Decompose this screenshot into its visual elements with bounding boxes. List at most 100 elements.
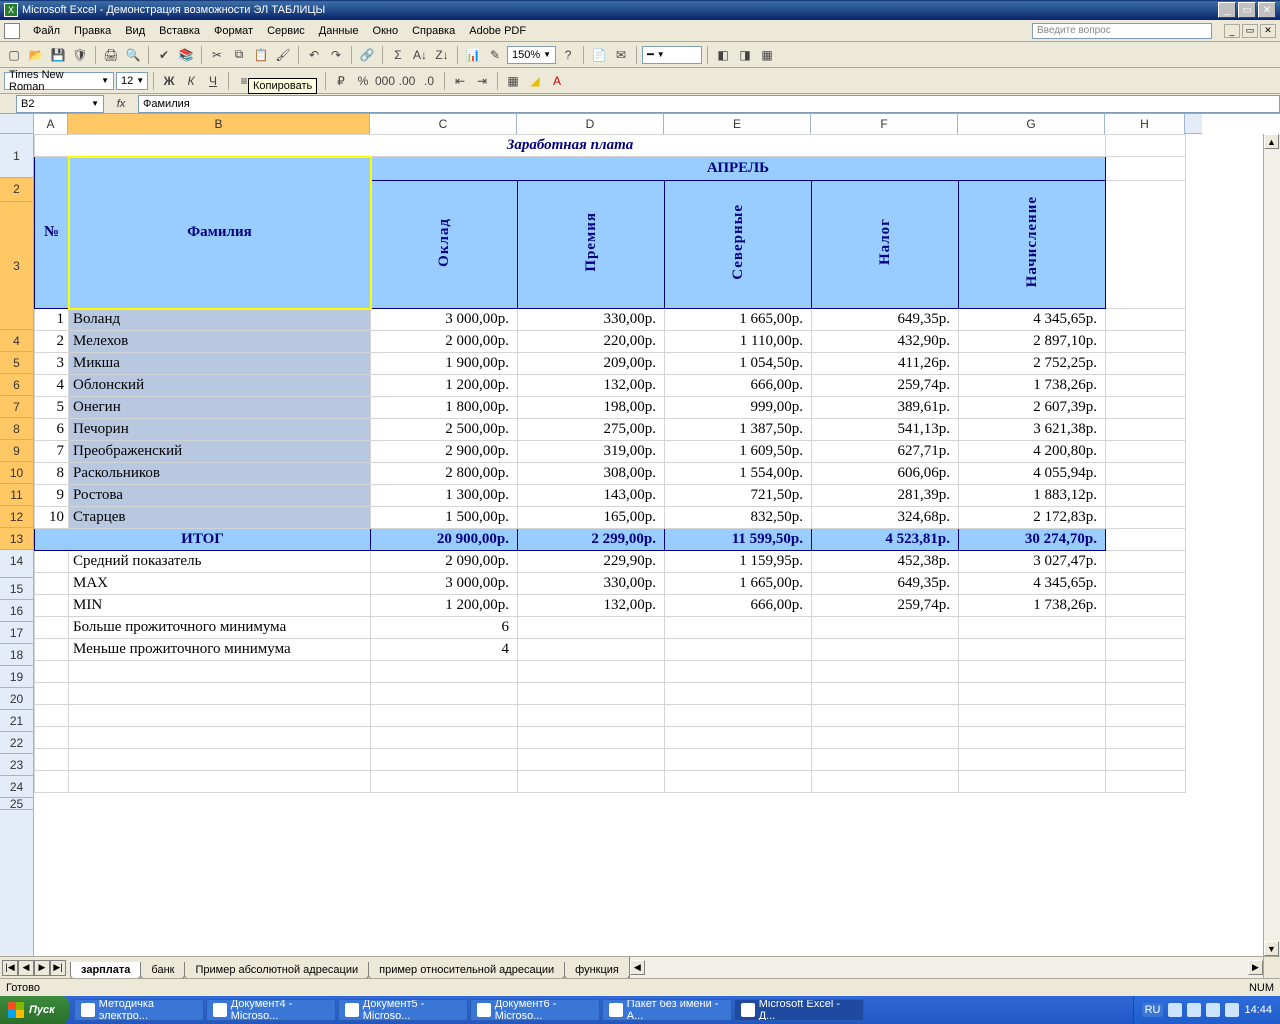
sheet-tab-bank[interactable]: банк: [140, 962, 185, 978]
tab-next-icon[interactable]: ▶: [34, 960, 50, 976]
col-header-A[interactable]: A: [34, 114, 68, 134]
header-month[interactable]: АПРЕЛЬ: [371, 157, 1106, 181]
row-header-8[interactable]: 8: [0, 418, 33, 440]
row-header-25[interactable]: 25: [0, 798, 33, 810]
increase-indent-icon[interactable]: ⇥: [472, 71, 492, 91]
font-name-combo[interactable]: Times New Roman▼: [4, 72, 114, 90]
col-header-E[interactable]: E: [664, 114, 811, 134]
row-header-22[interactable]: 22: [0, 732, 33, 754]
print-icon[interactable]: 🖨: [101, 45, 121, 65]
row-header-14[interactable]: 14: [0, 550, 33, 578]
percent-icon[interactable]: %: [353, 71, 373, 91]
italic-button[interactable]: К: [181, 71, 201, 91]
taskbar-item-active[interactable]: Microsoft Excel - Д...: [734, 999, 864, 1021]
scroll-up-icon[interactable]: ▲: [1264, 134, 1279, 149]
taskbar-item[interactable]: Документ5 - Microso...: [338, 999, 468, 1021]
row-header-12[interactable]: 12: [0, 506, 33, 528]
drawing-icon[interactable]: ✎: [485, 45, 505, 65]
horizontal-scrollbar[interactable]: ◀ ▶: [629, 957, 1263, 978]
menu-file[interactable]: Файл: [26, 23, 67, 39]
close-button[interactable]: ✕: [1258, 2, 1276, 18]
row-header-20[interactable]: 20: [0, 688, 33, 710]
permissions-icon[interactable]: 🛡: [70, 45, 90, 65]
tray-icon[interactable]: [1168, 1003, 1182, 1017]
taskbar-item[interactable]: Пакет без имени - A...: [602, 999, 732, 1021]
help-icon[interactable]: ?: [558, 45, 578, 65]
mdi-close-button[interactable]: ✕: [1260, 24, 1276, 38]
row-header-5[interactable]: 5: [0, 352, 33, 374]
extra1-icon[interactable]: ◧: [713, 45, 733, 65]
language-indicator[interactable]: RU: [1142, 1003, 1164, 1017]
menu-data[interactable]: Данные: [312, 23, 366, 39]
taskbar-item[interactable]: Документ6 - Microso...: [470, 999, 600, 1021]
menu-adobe-pdf[interactable]: Adobe PDF: [462, 23, 533, 39]
paste-icon[interactable]: 📋: [251, 45, 271, 65]
decrease-indent-icon[interactable]: ⇤: [450, 71, 470, 91]
sort-asc-icon[interactable]: A↓: [410, 45, 430, 65]
menu-tools[interactable]: Сервис: [260, 23, 312, 39]
formula-input[interactable]: Фамилия: [138, 95, 1280, 113]
vertical-scrollbar[interactable]: ▲ ▼: [1263, 134, 1280, 956]
help-search-input[interactable]: Введите вопрос: [1032, 23, 1212, 39]
increase-decimal-icon[interactable]: .00: [397, 71, 417, 91]
header-severnye[interactable]: Северные: [665, 181, 812, 309]
font-color-icon[interactable]: A: [547, 71, 567, 91]
bold-button[interactable]: Ж: [159, 71, 179, 91]
row-header-23[interactable]: 23: [0, 754, 33, 776]
menu-help[interactable]: Справка: [405, 23, 462, 39]
maximize-button[interactable]: ▭: [1238, 2, 1256, 18]
header-nalog[interactable]: Налог: [812, 181, 959, 309]
row-header-3[interactable]: 3: [0, 202, 33, 330]
row-header-19[interactable]: 19: [0, 666, 33, 688]
system-tray[interactable]: RU 14:44: [1133, 996, 1280, 1024]
row-header-15[interactable]: 15: [0, 578, 33, 600]
format-painter-icon[interactable]: 🖌: [273, 45, 293, 65]
row-header-1[interactable]: 1: [0, 134, 33, 178]
cut-icon[interactable]: ✂: [207, 45, 227, 65]
mdi-minimize-button[interactable]: _: [1224, 24, 1240, 38]
header-number[interactable]: №: [35, 157, 69, 309]
research-icon[interactable]: 📚: [176, 45, 196, 65]
row-header-6[interactable]: 6: [0, 374, 33, 396]
row-header-21[interactable]: 21: [0, 710, 33, 732]
sheet-tab-zarplata[interactable]: зарплата: [70, 962, 141, 978]
scroll-down-icon[interactable]: ▼: [1264, 941, 1279, 956]
select-all-corner[interactable]: [0, 114, 34, 134]
menu-edit[interactable]: Правка: [67, 23, 118, 39]
taskbar-item[interactable]: Методичка электро...: [74, 999, 204, 1021]
col-header-D[interactable]: D: [517, 114, 664, 134]
menu-insert[interactable]: Вставка: [152, 23, 207, 39]
fx-icon[interactable]: fx: [110, 98, 132, 110]
border-combo[interactable]: ━▼: [642, 46, 702, 64]
start-button[interactable]: Пуск: [0, 996, 69, 1024]
tab-prev-icon[interactable]: ◀: [18, 960, 34, 976]
spreadsheet-grid[interactable]: Заработная плата № Фамилия АПРЕЛЬ Оклад …: [34, 134, 1186, 793]
row-header-18[interactable]: 18: [0, 644, 33, 666]
tray-icon[interactable]: [1187, 1003, 1201, 1017]
header-nachislenie[interactable]: Начисление: [959, 181, 1106, 309]
autosum-icon[interactable]: Σ: [388, 45, 408, 65]
extra3-icon[interactable]: ▦: [757, 45, 777, 65]
comma-icon[interactable]: 000: [375, 71, 395, 91]
col-header-H[interactable]: H: [1105, 114, 1185, 134]
zoom-combo[interactable]: 150%▼: [507, 46, 556, 64]
taskbar-item[interactable]: Документ4 - Microso...: [206, 999, 336, 1021]
name-box[interactable]: B2▼: [16, 95, 104, 113]
col-header-C[interactable]: C: [370, 114, 517, 134]
currency-icon[interactable]: ₽: [331, 71, 351, 91]
tray-icon[interactable]: [1225, 1003, 1239, 1017]
minimize-button[interactable]: _: [1218, 2, 1236, 18]
row-header-7[interactable]: 7: [0, 396, 33, 418]
fill-color-icon[interactable]: ◢: [525, 71, 545, 91]
header-premiya[interactable]: Премия: [518, 181, 665, 309]
menu-format[interactable]: Формат: [207, 23, 260, 39]
sheet-tab-function[interactable]: функция: [564, 962, 630, 978]
tab-first-icon[interactable]: |◀: [2, 960, 18, 976]
pdf-icon[interactable]: 📄: [589, 45, 609, 65]
font-size-combo[interactable]: 12▼: [116, 72, 148, 90]
col-header-B[interactable]: B: [68, 114, 370, 134]
row-header-10[interactable]: 10: [0, 462, 33, 484]
extra2-icon[interactable]: ◨: [735, 45, 755, 65]
pdf-email-icon[interactable]: ✉: [611, 45, 631, 65]
borders-icon[interactable]: ▦: [503, 71, 523, 91]
